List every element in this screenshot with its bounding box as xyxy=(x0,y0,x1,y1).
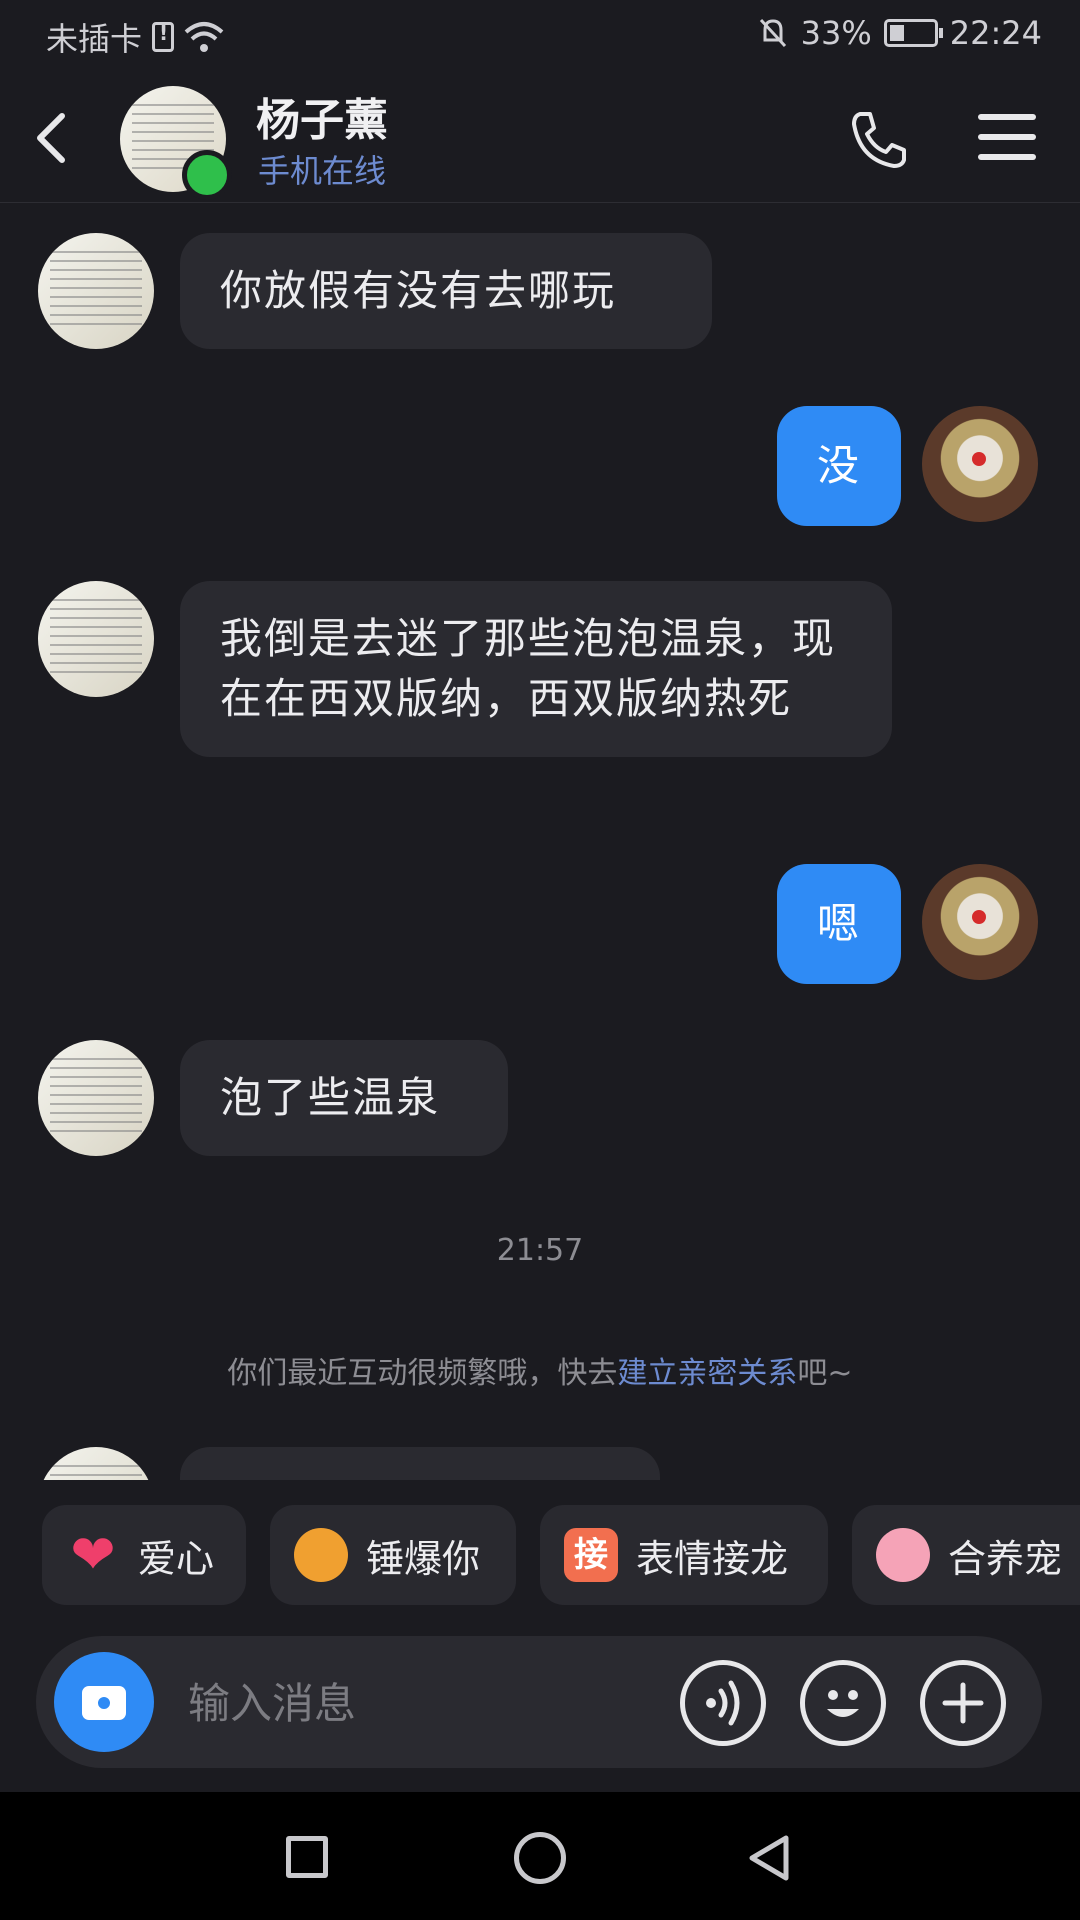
message-bubble-received[interactable]: 你放假有没有去哪玩 xyxy=(180,233,712,349)
quick-action-label: 爱心 xyxy=(138,1536,215,1581)
quick-action-label: 表情接龙 xyxy=(636,1536,789,1581)
contact-message-avatar[interactable] xyxy=(38,1447,154,1480)
chat-area[interactable]: 你放假有没有去哪玩 没 我倒是去迷了那些泡泡温泉，现在在西双版纳，西双版纳热死 … xyxy=(0,203,1080,1480)
message-input-bar xyxy=(36,1636,1042,1768)
back-button[interactable] xyxy=(24,108,84,168)
message-input[interactable] xyxy=(186,1666,670,1740)
plus-icon xyxy=(942,1682,984,1724)
sim-alert-icon xyxy=(152,21,175,52)
my-message-avatar[interactable] xyxy=(922,864,1038,980)
recent-apps-button[interactable] xyxy=(286,1836,328,1878)
status-bar: 未插卡 33% 22:24 xyxy=(0,0,1080,72)
hint-text: 你们最近互动很频繁哦，快去 xyxy=(227,1356,618,1391)
contact-message-avatar[interactable] xyxy=(38,1040,154,1156)
voice-icon xyxy=(706,1680,740,1726)
online-status-dot xyxy=(182,150,232,200)
camera-button[interactable] xyxy=(54,1652,154,1752)
timestamp-label: 21:57 xyxy=(496,1233,584,1268)
menu-button[interactable] xyxy=(978,114,1036,164)
contact-status: 手机在线 xyxy=(258,152,387,190)
system-nav-bar xyxy=(0,1792,1080,1920)
phone-call-button[interactable] xyxy=(846,108,910,172)
message-bubble-received[interactable]: 我倒是去迷了那些泡泡温泉，现在在西双版纳，西双版纳热死 xyxy=(180,581,892,757)
quick-action-solitaire[interactable]: 接 表情接龙 xyxy=(540,1505,828,1605)
contact-name[interactable]: 杨子薰 xyxy=(256,84,388,148)
carrier-text: 未插卡 xyxy=(46,20,143,58)
battery-percent: 33% xyxy=(800,14,872,52)
my-message-avatar[interactable] xyxy=(922,406,1038,522)
status-left: 未插卡 xyxy=(46,14,224,60)
chat-header: 杨子薰 手机在线 xyxy=(0,72,1080,203)
quick-action-pet[interactable]: 合养宠 xyxy=(852,1505,1080,1605)
solitaire-icon: 接 xyxy=(564,1528,618,1582)
message-bubble-received-partial[interactable] xyxy=(180,1447,660,1480)
quick-action-label: 合养宠 xyxy=(948,1536,1063,1581)
mute-bell-icon xyxy=(759,18,786,48)
clock: 22:24 xyxy=(949,14,1042,52)
build-relationship-link[interactable]: 建立亲密关系 xyxy=(617,1356,797,1391)
voice-button[interactable] xyxy=(680,1660,766,1746)
home-button[interactable] xyxy=(514,1832,566,1884)
message-bubble-received[interactable]: 泡了些温泉 xyxy=(180,1040,508,1156)
quick-action-heart[interactable]: ❤ 爱心 xyxy=(42,1505,246,1605)
intimacy-hint: 你们最近互动很频繁哦，快去建立亲密关系吧~ xyxy=(0,1348,1080,1392)
quick-action-hammer[interactable]: 锤爆你 xyxy=(270,1505,516,1605)
hammer-icon xyxy=(294,1528,348,1582)
quick-action-bar: ❤ 爱心 锤爆你 接 表情接龙 合养宠 xyxy=(0,1505,1080,1609)
heart-icon: ❤ xyxy=(70,1523,116,1586)
message-bubble-sent[interactable]: 没 xyxy=(777,406,901,526)
contact-message-avatar[interactable] xyxy=(38,233,154,349)
hint-suffix: 吧~ xyxy=(797,1356,853,1391)
wifi-icon xyxy=(184,22,224,52)
message-bubble-sent[interactable]: 嗯 xyxy=(777,864,901,984)
battery-icon xyxy=(883,19,943,47)
emoji-icon xyxy=(827,1690,859,1717)
status-right: 33% 22:24 xyxy=(757,14,1042,52)
more-button[interactable] xyxy=(920,1660,1006,1746)
contact-message-avatar[interactable] xyxy=(38,581,154,697)
pet-icon xyxy=(876,1528,930,1582)
quick-action-label: 锤爆你 xyxy=(366,1536,481,1581)
emoji-button[interactable] xyxy=(800,1660,886,1746)
back-nav-button[interactable] xyxy=(744,1832,794,1884)
